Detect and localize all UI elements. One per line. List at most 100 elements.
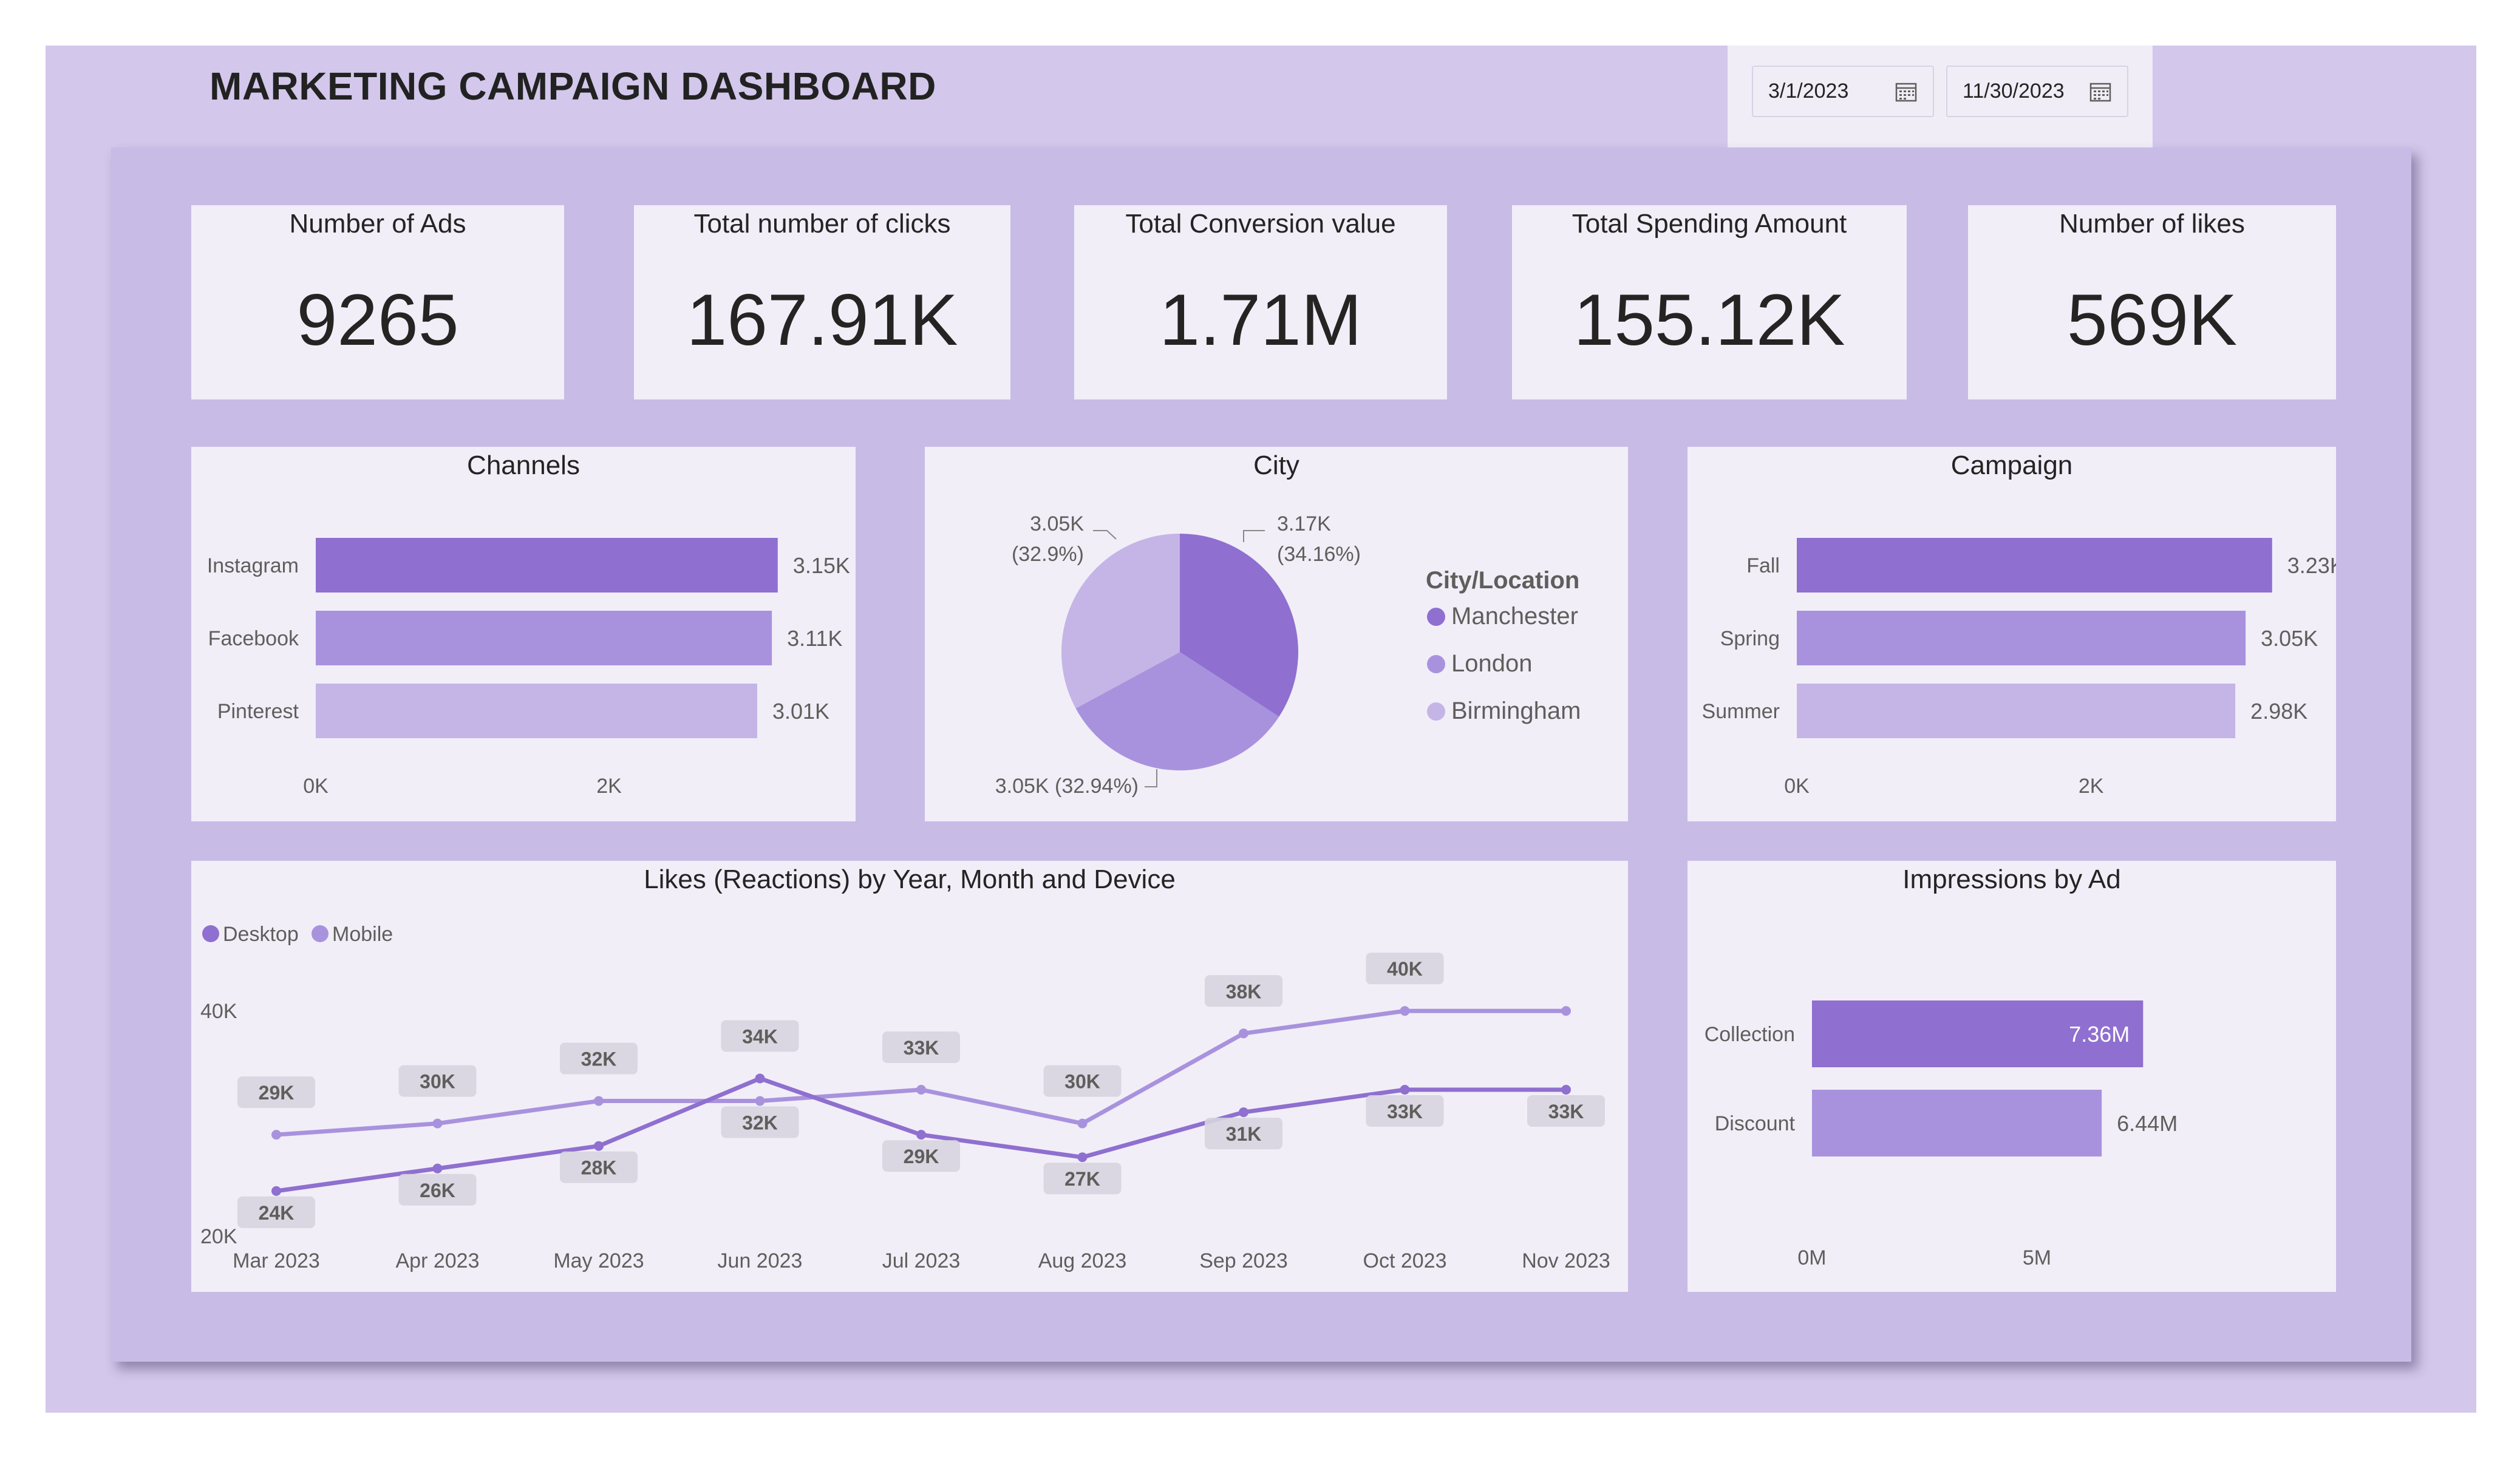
leader-line (1093, 530, 1117, 540)
likes-line-chart: Desktop Mobile 40K 20KMar 2023 Apr 2023 May 2… (200, 923, 1610, 1272)
campaign-bar-chart: Fall 3.23K Spring 3.05K Summer 2.98K 0K 2K (1702, 538, 2336, 798)
calendar-icon[interactable] (2089, 81, 2111, 102)
data-label: 40K (1387, 958, 1423, 980)
category-label: Collection (1704, 1023, 1795, 1046)
data-label: 3.11K (787, 626, 842, 651)
data-label: 3.05K (1030, 512, 1084, 535)
category-label: Discount (1715, 1112, 1796, 1135)
kpi-value: 155.12K (1573, 279, 1845, 361)
bar (1812, 1090, 2102, 1156)
bar (316, 684, 757, 738)
leader-line (1145, 769, 1157, 787)
legend-marker (312, 925, 329, 942)
kpi-value: 1.71M (1159, 279, 1362, 361)
bar (316, 538, 778, 593)
start-date-input[interactable]: 3/1/2023 (1752, 66, 1934, 117)
legend-marker (1427, 608, 1445, 626)
date-range-slicer: 3/1/2023 11/30/2023 (1728, 46, 2153, 148)
kpi-label: Number of likes (2059, 209, 2245, 239)
y-tick-label: 40K (200, 1000, 237, 1023)
bar (316, 611, 772, 665)
data-point (1561, 1006, 1571, 1016)
x-tick-label: Sep 2023 (1199, 1249, 1288, 1272)
legend-title: City/Location (1426, 567, 1579, 594)
data-point (594, 1096, 604, 1106)
x-tick-label: Jun 2023 (718, 1249, 803, 1272)
impressions-chart-card: Impressions by Ad Collection 7.36M Discoun… (1687, 861, 2336, 1292)
x-tick-label: 0M (1797, 1246, 1826, 1269)
kpi-label: Total number of clicks (693, 209, 951, 239)
campaign-chart-card: Campaign Fall3.23KSpring3.05KSummer2.98K… (1687, 447, 2336, 821)
kpi-card-conversion: Total Conversion value 1.71M (1074, 205, 1447, 399)
data-label: 3.15K (793, 553, 850, 578)
kpi-card-likes: Number of likes 569K (1968, 205, 2336, 399)
kpi-card-ads: Number of Ads 9265 (191, 205, 564, 399)
start-date-value: 3/1/2023 (1768, 80, 1849, 103)
category-label: Summer (1702, 700, 1780, 723)
data-point (1400, 1006, 1410, 1016)
leader-line (1243, 530, 1265, 542)
report-canvas: Number of Ads 9265 Total number of click… (111, 148, 2411, 1362)
data-label: 6.44M (2117, 1111, 2178, 1136)
data-label: 28K (581, 1157, 617, 1179)
kpi-card-clicks: Total number of clicks 167.91K (634, 205, 1010, 399)
x-tick-label: Nov 2023 (1522, 1249, 1610, 1272)
legend-label: Mobile (332, 923, 393, 946)
end-date-input[interactable]: 11/30/2023 (1946, 66, 2128, 117)
data-label: 7.36M (2069, 1022, 2130, 1047)
city-pie-chart: 3.17K (34.16%) 3.05K (32.9%) 3.05K (32.94%) C… (995, 512, 1581, 798)
data-point (1077, 1152, 1088, 1163)
data-point (1400, 1085, 1410, 1095)
category-label: Spring (1720, 627, 1780, 650)
data-label: 24K (259, 1202, 295, 1224)
legend-marker (1427, 655, 1445, 673)
channels-bar-chart: Instagram 3.15K Facebook 3.11K Pinterest 3.01… (207, 538, 850, 798)
legend-marker (202, 925, 219, 942)
data-label: 3.05K (32.94%) (995, 775, 1139, 798)
category-label: Pinterest (217, 700, 299, 723)
kpi-value: 167.91K (686, 279, 958, 361)
data-label: 3.01K (772, 699, 829, 724)
end-date-value: 11/30/2023 (1963, 80, 2065, 103)
x-tick-label: 0K (303, 775, 329, 798)
data-label: 27K (1064, 1168, 1100, 1190)
kpi-label: Total Conversion value (1125, 209, 1396, 239)
x-tick-label: Mar 2023 (233, 1249, 320, 1272)
city-chart-card: City 3.17K (34.16%) 3.05K (32.9%) 3.05K (32.… (925, 447, 1628, 821)
legend-label: Manchester (1451, 603, 1578, 630)
x-tick-label: Apr 2023 (396, 1249, 480, 1272)
bar (1797, 611, 2246, 665)
kpi-value: 569K (2066, 279, 2238, 361)
category-label: Fall (1746, 554, 1780, 577)
data-label: 33K (1548, 1101, 1584, 1122)
likes-chart-card: Likes (Reactions) by Year, Month and Dev… (191, 861, 1628, 1292)
calendar-icon[interactable] (1895, 81, 1917, 102)
data-point (432, 1118, 443, 1129)
data-label: 29K (259, 1082, 295, 1104)
kpi-value: 9265 (296, 279, 459, 361)
data-point (1561, 1085, 1571, 1095)
kpi-card-spending: Total Spending Amount 155.12K (1512, 205, 1907, 399)
category-label: Instagram (207, 554, 299, 577)
data-label: 32K (581, 1048, 617, 1070)
data-label: 30K (1064, 1071, 1100, 1093)
data-point (271, 1186, 281, 1196)
data-point (1239, 1107, 1248, 1118)
data-point (1239, 1028, 1248, 1039)
data-label: 2.98K (2250, 699, 2307, 724)
data-label: 33K (904, 1037, 939, 1059)
data-point (755, 1096, 765, 1106)
bar (1797, 538, 2272, 593)
data-point (755, 1073, 765, 1084)
data-label: 30K (420, 1071, 455, 1093)
kpi-label: Total Spending Amount (1572, 209, 1847, 239)
data-label: 3.23K (2287, 553, 2336, 578)
data-label: 32K (742, 1112, 778, 1134)
data-point (432, 1163, 443, 1173)
legend-label: Desktop (223, 923, 299, 946)
data-point (1077, 1118, 1088, 1129)
x-tick-label: 5M (2023, 1246, 2051, 1269)
x-tick-label: 2K (2079, 775, 2104, 798)
data-label: 34K (742, 1025, 778, 1047)
data-label: (34.16%) (1277, 543, 1361, 566)
